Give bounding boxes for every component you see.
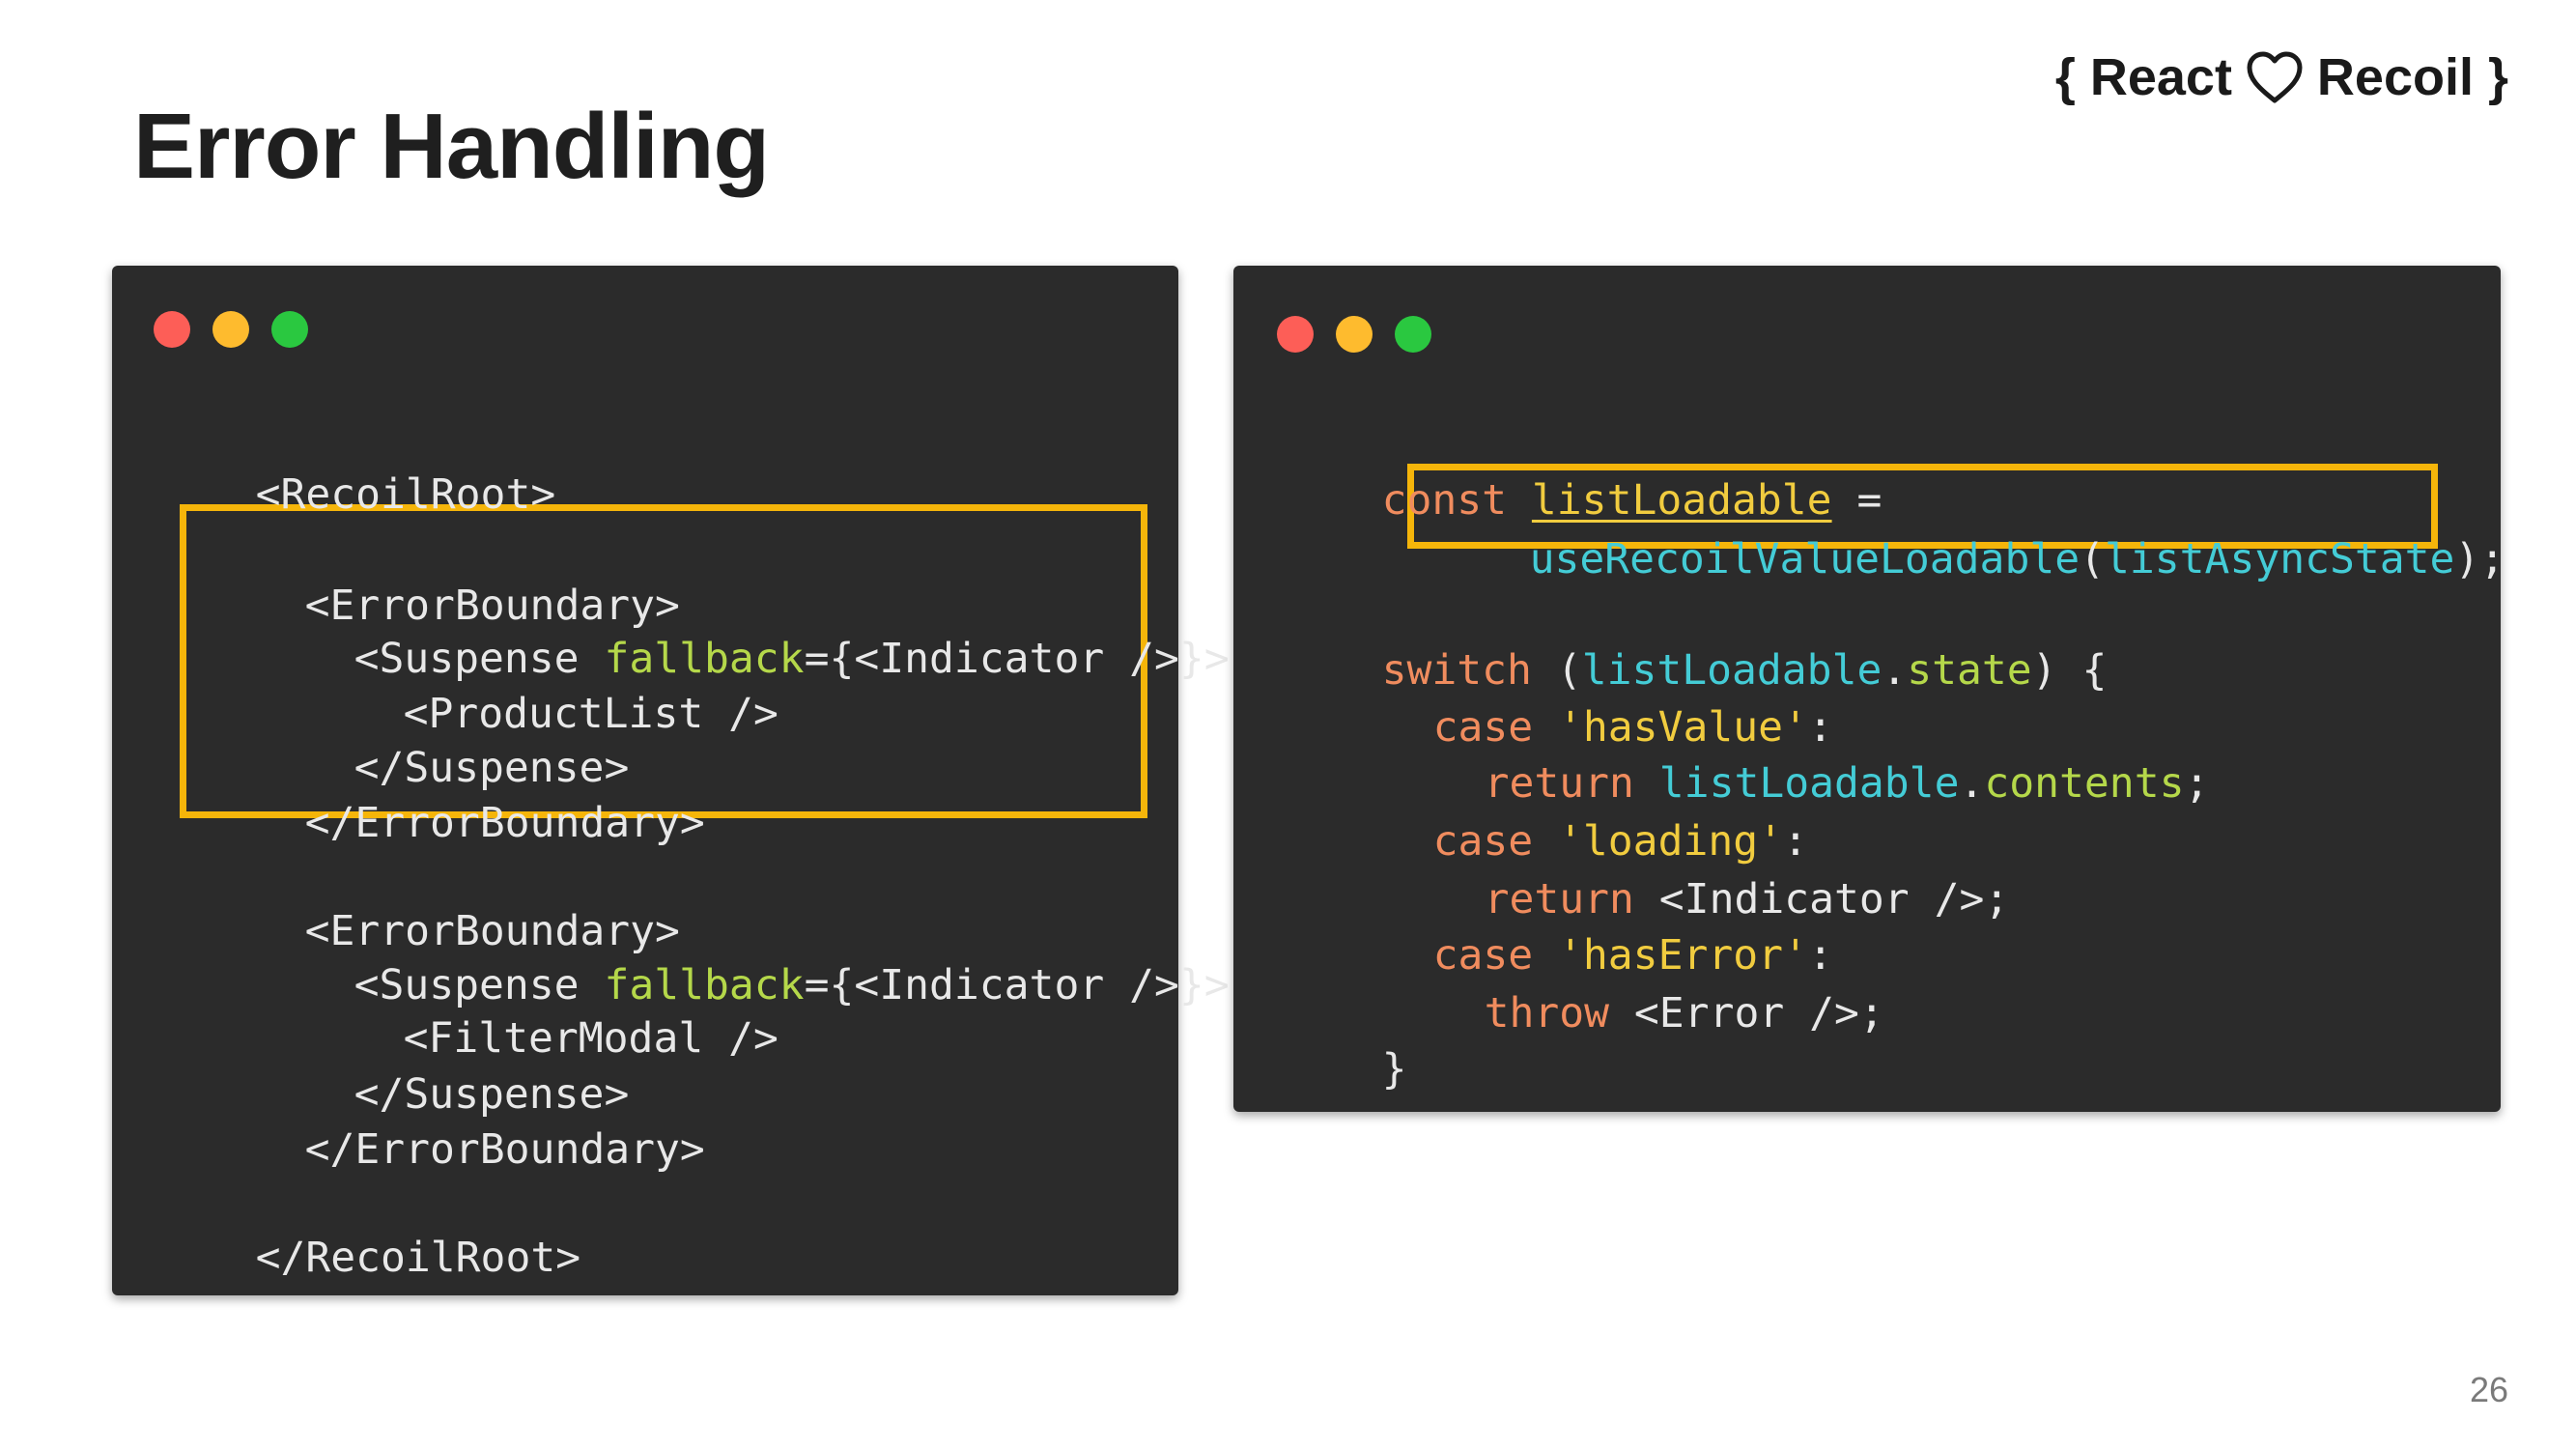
slide-title: Error Handling (133, 95, 770, 198)
code-token: ; (2184, 759, 2210, 808)
minimize-dot-icon (212, 311, 249, 348)
code-token: ={<Indicator />}> (804, 635, 1230, 683)
close-dot-icon (154, 311, 190, 348)
code-token-identifier: listAsyncState (2105, 535, 2455, 583)
code-token-keyword: throw (1484, 989, 1610, 1037)
code-token: </ErrorBoundary> (304, 799, 705, 847)
code-token: ); (2454, 535, 2505, 583)
window-controls (154, 311, 308, 348)
minimize-dot-icon (1336, 316, 1373, 353)
code-line: } (1282, 988, 1407, 1151)
code-token-property: state (1907, 646, 2032, 695)
heart-outline-icon (2247, 51, 2303, 103)
brand-text-recoil: Recoil } (2316, 48, 2508, 106)
code-line: </RecoilRoot> (156, 1177, 581, 1339)
code-token: ) { (2031, 646, 2108, 695)
code-token: . (1882, 646, 1908, 695)
code-token: ( (2080, 535, 2105, 583)
code-line: throw <Error />; (1384, 932, 1884, 1094)
close-dot-icon (1277, 316, 1314, 353)
code-token: </RecoilRoot> (255, 1234, 581, 1282)
code-token-function: useRecoilValueLoadable (1529, 535, 2081, 583)
code-token: </ErrorBoundary> (304, 1125, 705, 1174)
maximize-dot-icon (271, 311, 308, 348)
code-token: <Error />; (1609, 989, 1884, 1037)
code-window-right: const listLoadable = useRecoilValueLoada… (1233, 266, 2505, 1112)
window-controls (1277, 316, 1431, 353)
maximize-dot-icon (1395, 316, 1431, 353)
code-window-left: <RecoilRoot> <ErrorBoundary> <Suspense f… (112, 266, 1230, 1295)
code-token: ={<Indicator />}> (804, 961, 1230, 1009)
code-token: } (1381, 1045, 1407, 1094)
brand-text-react: { React (2054, 48, 2232, 106)
code-token: . (1959, 759, 1985, 808)
code-token: <RecoilRoot> (255, 470, 556, 519)
brand-logo: { React Recoil } (2055, 39, 2508, 116)
page-number: 26 (2469, 1370, 2508, 1409)
code-token-property: contents (1984, 759, 2185, 808)
